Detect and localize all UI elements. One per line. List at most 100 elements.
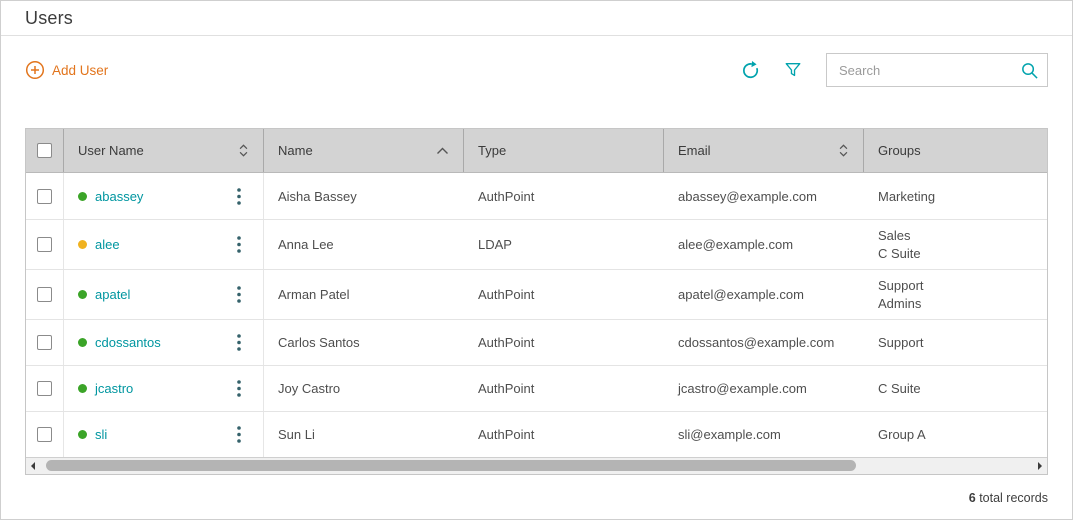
type-cell: AuthPoint xyxy=(464,173,664,219)
username-cell: alee xyxy=(64,220,264,269)
add-user-label: Add User xyxy=(52,63,108,78)
column-header-groups[interactable]: Groups xyxy=(864,129,1047,172)
table-row: sli Sun Li AuthPoint sli@example.com Gro… xyxy=(26,411,1047,457)
column-label: User Name xyxy=(78,143,144,158)
name-cell: Joy Castro xyxy=(264,366,464,411)
row-checkbox[interactable] xyxy=(37,427,52,442)
horizontal-scrollbar[interactable] xyxy=(26,457,1047,474)
scroll-right-arrow[interactable] xyxy=(1038,462,1042,470)
email-cell-text: alee@example.com xyxy=(678,237,793,252)
username-cell: jcastro xyxy=(64,366,264,411)
row-menu-button[interactable] xyxy=(233,234,245,255)
column-label: Type xyxy=(478,143,506,158)
name-cell: Sun Li xyxy=(264,412,464,457)
scrollbar-thumb[interactable] xyxy=(46,460,856,471)
row-menu-button[interactable] xyxy=(233,378,245,399)
row-checkbox-cell xyxy=(26,366,64,411)
type-cell-text: AuthPoint xyxy=(478,381,534,396)
name-cell: Carlos Santos xyxy=(264,320,464,365)
username-cell: apatel xyxy=(64,270,264,319)
group-label: Sales xyxy=(878,227,911,244)
row-checkbox[interactable] xyxy=(37,237,52,252)
row-checkbox-cell xyxy=(26,412,64,457)
group-label: Marketing xyxy=(878,188,935,205)
username-cell: abassey xyxy=(64,173,264,219)
email-cell-text: apatel@example.com xyxy=(678,287,804,302)
column-header-type[interactable]: Type xyxy=(464,129,664,172)
total-records-label: total records xyxy=(976,491,1048,505)
groups-cell: SupportAdmins xyxy=(864,270,1047,319)
column-header-email[interactable]: Email xyxy=(664,129,864,172)
status-dot xyxy=(78,384,87,393)
name-cell-text: Arman Patel xyxy=(278,287,350,302)
sort-both-icon[interactable] xyxy=(838,144,849,157)
row-menu-button[interactable] xyxy=(233,284,245,305)
username-link[interactable]: apatel xyxy=(95,287,130,302)
row-checkbox-cell xyxy=(26,220,64,269)
users-table: User Name Name Type Email xyxy=(25,128,1048,475)
refresh-button[interactable] xyxy=(738,58,763,83)
groups-cell: Group A xyxy=(864,412,1047,457)
row-menu-button[interactable] xyxy=(233,424,245,445)
status-dot xyxy=(78,430,87,439)
kebab-icon xyxy=(237,236,241,253)
email-cell-text: sli@example.com xyxy=(678,427,781,442)
row-checkbox[interactable] xyxy=(37,189,52,204)
email-cell: cdossantos@example.com xyxy=(664,320,864,365)
row-checkbox[interactable] xyxy=(37,287,52,302)
row-checkbox[interactable] xyxy=(37,335,52,350)
toolbar: Add User xyxy=(25,52,1048,88)
groups-cell: SalesC Suite xyxy=(864,220,1047,269)
total-records-count: 6 xyxy=(969,491,976,505)
username-link[interactable]: alee xyxy=(95,237,120,252)
records-summary: 6 total records xyxy=(25,491,1048,505)
plus-circle-icon xyxy=(25,60,45,80)
groups-cell: Support xyxy=(864,320,1047,365)
name-cell-text: Anna Lee xyxy=(278,237,334,252)
email-cell-text: cdossantos@example.com xyxy=(678,335,834,350)
sort-ascending-icon[interactable] xyxy=(436,147,449,155)
scroll-left-arrow[interactable] xyxy=(31,462,35,470)
table-row: alee Anna Lee LDAP alee@example.com Sale… xyxy=(26,219,1047,269)
toolbar-right xyxy=(738,53,1048,87)
username-link[interactable]: jcastro xyxy=(95,381,133,396)
type-cell-text: AuthPoint xyxy=(478,189,534,204)
column-label: Groups xyxy=(878,143,921,158)
row-checkbox-cell xyxy=(26,270,64,319)
email-cell-text: abassey@example.com xyxy=(678,189,817,204)
status-dot xyxy=(78,338,87,347)
username-cell: cdossantos xyxy=(64,320,264,365)
page-header: Users xyxy=(1,1,1072,36)
username-link[interactable]: abassey xyxy=(95,189,143,204)
add-user-button[interactable]: Add User xyxy=(25,60,108,80)
table-row: abassey Aisha Bassey AuthPoint abassey@e… xyxy=(26,173,1047,219)
filter-button[interactable] xyxy=(782,59,804,81)
username-link[interactable]: cdossantos xyxy=(95,335,161,350)
username-link[interactable]: sli xyxy=(95,427,107,442)
row-checkbox[interactable] xyxy=(37,381,52,396)
kebab-icon xyxy=(237,426,241,443)
select-all-checkbox[interactable] xyxy=(37,143,52,158)
type-cell: LDAP xyxy=(464,220,664,269)
kebab-icon xyxy=(237,380,241,397)
search-input[interactable] xyxy=(826,53,1048,87)
sort-both-icon[interactable] xyxy=(238,144,249,157)
users-page: Users Add User xyxy=(0,0,1073,520)
type-cell: AuthPoint xyxy=(464,366,664,411)
group-label: Admins xyxy=(878,295,921,312)
email-cell: jcastro@example.com xyxy=(664,366,864,411)
table-body: abassey Aisha Bassey AuthPoint abassey@e… xyxy=(26,173,1047,457)
type-cell-text: AuthPoint xyxy=(478,335,534,350)
status-dot xyxy=(78,192,87,201)
name-cell-text: Carlos Santos xyxy=(278,335,360,350)
search-icon[interactable] xyxy=(1020,61,1039,85)
row-menu-button[interactable] xyxy=(233,332,245,353)
table-row: jcastro Joy Castro AuthPoint jcastro@exa… xyxy=(26,365,1047,411)
table-row: apatel Arman Patel AuthPoint apatel@exam… xyxy=(26,269,1047,319)
group-label: Support xyxy=(878,277,924,294)
name-cell-text: Aisha Bassey xyxy=(278,189,357,204)
row-menu-button[interactable] xyxy=(233,186,245,207)
table-header: User Name Name Type Email xyxy=(26,129,1047,173)
column-header-name[interactable]: Name xyxy=(264,129,464,172)
column-header-user-name[interactable]: User Name xyxy=(64,129,264,172)
